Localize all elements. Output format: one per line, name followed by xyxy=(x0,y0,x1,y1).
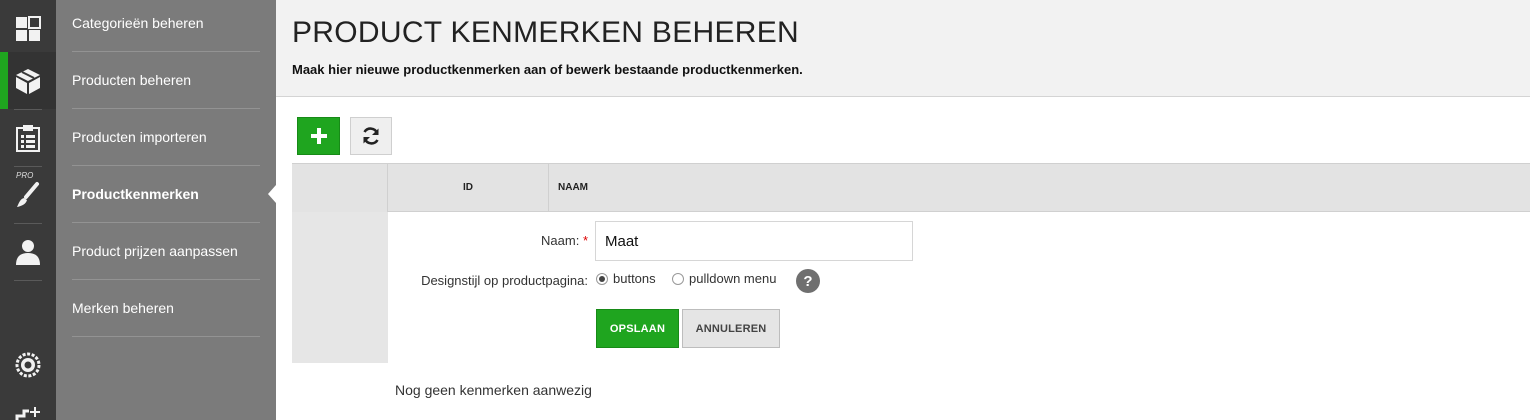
submenu-item-label: Producten importeren xyxy=(72,129,207,145)
clipboard-icon xyxy=(16,124,40,152)
rail-item-customers[interactable] xyxy=(0,223,56,280)
save-button[interactable]: OPSLAAN xyxy=(596,309,679,348)
submenu-item-label: Merken beheren xyxy=(72,300,174,316)
add-button[interactable] xyxy=(297,117,340,155)
rail-item-orders[interactable] xyxy=(0,109,56,166)
steps-plus-icon xyxy=(15,407,40,420)
table-header-checkbox-cell xyxy=(292,163,388,212)
rail-item-design[interactable] xyxy=(0,166,56,223)
radio-buttons-option[interactable]: buttons xyxy=(596,271,656,286)
submenu-item-label: Categorieën beheren xyxy=(72,15,204,31)
submenu-item-products[interactable]: Producten beheren xyxy=(72,52,260,109)
column-header-label: ID xyxy=(463,182,473,193)
page-header: PRODUCT KENMERKEN BEHEREN Maak hier nieu… xyxy=(276,0,1530,97)
submenu-item-import[interactable]: Producten importeren xyxy=(72,109,260,166)
page-title: PRODUCT KENMERKEN BEHEREN xyxy=(292,16,800,49)
user-icon xyxy=(16,239,40,265)
radio-pulldown-label: pulldown menu xyxy=(689,271,777,286)
column-header-naam[interactable]: NAAM xyxy=(558,164,588,211)
submenu-item-product-features[interactable]: Productkenmerken xyxy=(72,166,260,223)
design-style-label: Designstijl op productpagina: xyxy=(421,273,588,288)
submenu-item-categories[interactable]: Categorieën beheren xyxy=(72,0,260,52)
column-header-label: NAAM xyxy=(558,182,588,193)
radio-buttons-label: buttons xyxy=(613,271,656,286)
table-header: ID NAAM xyxy=(388,163,1530,212)
rail-item-settings[interactable] xyxy=(0,336,56,393)
naam-label: Naam: * xyxy=(400,233,588,248)
naam-label-text: Naam: xyxy=(541,233,580,248)
rail-item-dashboard[interactable] xyxy=(0,0,56,57)
brush-icon xyxy=(17,181,39,207)
gear-icon xyxy=(15,352,41,377)
refresh-button[interactable] xyxy=(350,117,392,155)
submenu-item-label: Product prijzen aanpassen xyxy=(72,243,238,259)
submenu: Categorieën beheren Producten beheren Pr… xyxy=(56,0,276,420)
submenu-item-brands[interactable]: Merken beheren xyxy=(72,280,260,337)
cancel-button[interactable]: ANNULEREN xyxy=(682,309,780,348)
submenu-item-label: Producten beheren xyxy=(72,72,192,88)
required-mark: * xyxy=(582,233,588,248)
plus-icon xyxy=(310,128,327,144)
empty-message: Nog geen kenmerken aanwezig xyxy=(395,382,592,398)
radio-pulldown[interactable] xyxy=(672,272,684,285)
submenu-item-prices[interactable]: Product prijzen aanpassen xyxy=(72,223,260,280)
radio-pulldown-option[interactable]: pulldown menu xyxy=(672,271,776,286)
active-pointer xyxy=(268,185,276,203)
column-header-id[interactable]: ID xyxy=(388,164,549,211)
box-icon xyxy=(16,68,40,94)
submenu-item-label: Productkenmerken xyxy=(72,186,199,202)
naam-input[interactable] xyxy=(595,221,913,261)
rail-item-products[interactable] xyxy=(0,52,56,109)
page-subtitle: Maak hier nieuwe productkenmerken aan of… xyxy=(292,62,803,77)
help-icon[interactable]: ? xyxy=(796,269,820,293)
rail-item-add[interactable] xyxy=(0,393,56,420)
radio-buttons[interactable] xyxy=(596,272,608,285)
refresh-icon xyxy=(363,127,379,145)
dashboard-icon xyxy=(16,15,41,41)
icon-rail: PRO xyxy=(0,0,56,420)
